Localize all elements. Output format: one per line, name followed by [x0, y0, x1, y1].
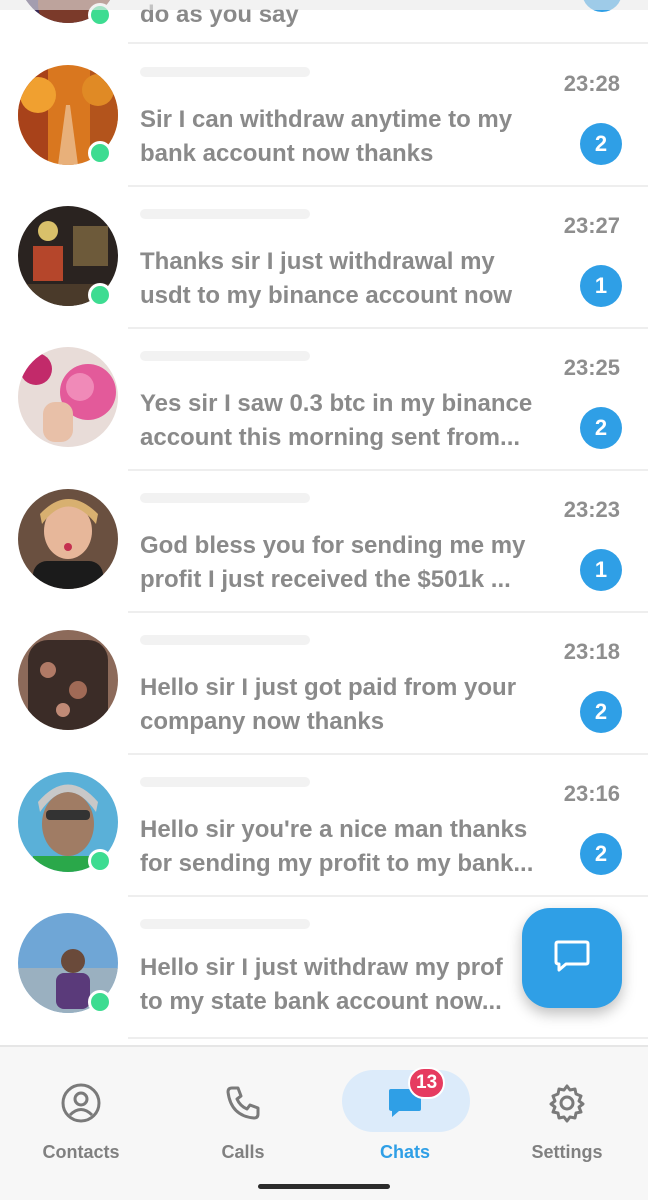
- contact-name-redacted: [140, 351, 310, 361]
- contact-name-redacted: [140, 777, 310, 787]
- avatar: [18, 347, 118, 447]
- contact-name-redacted: [140, 493, 310, 503]
- tab-contacts[interactable]: Contacts: [0, 1067, 162, 1187]
- message-preview: Hello sir I just got paid from your comp…: [140, 674, 517, 735]
- message-preview: Yes sir I saw 0.3 btc in my binance acco…: [140, 390, 533, 451]
- chat-row[interactable]: 23:25 Yes sir I saw 0.3 btc in my binanc…: [0, 329, 648, 471]
- tab-label: Settings: [531, 1142, 603, 1162]
- unread-badge: 2: [580, 123, 622, 165]
- chat-row[interactable]: 23:18 Hello sir I just got paid from you…: [0, 613, 648, 755]
- tab-label: Contacts: [42, 1142, 120, 1162]
- compose-button[interactable]: [522, 908, 622, 1008]
- bottom-tab-bar: Contacts Calls 13 Chats Settings: [0, 1045, 648, 1200]
- message-preview: Sir I can withdraw anytime to my bank ac…: [140, 106, 513, 167]
- unread-badge: 2: [580, 833, 622, 875]
- tab-label: Chats: [379, 1142, 430, 1162]
- divider: [128, 42, 648, 44]
- avatar: [18, 489, 118, 589]
- message-time: 23:23: [563, 497, 620, 522]
- online-indicator: [88, 141, 112, 165]
- contact-name-redacted: [140, 635, 310, 645]
- gear-icon: [545, 1081, 589, 1125]
- message-time: 23:27: [563, 213, 620, 238]
- message-preview: Hello sir I just withdraw my prof to my …: [140, 954, 503, 1015]
- divider: [128, 1037, 648, 1039]
- chat-row[interactable]: 23:16 Hello sir you're a nice man thanks…: [0, 755, 648, 897]
- message-time: 23:16: [563, 781, 620, 806]
- online-indicator: [88, 990, 112, 1014]
- unread-count-badge: 13: [408, 1067, 446, 1099]
- unread-badge: 2: [580, 691, 622, 733]
- message-time: 23:18: [563, 639, 620, 664]
- message-preview: Thanks sir I just withdrawal my usdt to …: [140, 248, 513, 309]
- chat-row[interactable]: 23:27 Thanks sir I just withdrawal my us…: [0, 187, 648, 329]
- unread-badge: 1: [580, 549, 622, 591]
- contact-name-redacted: [140, 67, 310, 77]
- message-preview: God bless you for sending me my profit I…: [140, 532, 526, 593]
- tab-label: Calls: [221, 1142, 265, 1162]
- chat-list: do as you say 23:28 Sir I can withdraw a…: [0, 0, 648, 1045]
- tab-settings[interactable]: Settings: [486, 1067, 648, 1187]
- online-indicator: [88, 283, 112, 307]
- contact-name-redacted: [140, 209, 310, 219]
- compose-message-icon: [552, 936, 592, 981]
- online-indicator: [88, 849, 112, 873]
- chat-row[interactable]: 23:28 Sir I can withdraw anytime to my b…: [0, 45, 648, 187]
- unread-badge: 1: [580, 265, 622, 307]
- unread-badge: 2: [580, 407, 622, 449]
- person-circle-icon: [59, 1081, 103, 1125]
- tab-calls[interactable]: Calls: [162, 1067, 324, 1187]
- chat-row[interactable]: 23:23 God bless you for sending me my pr…: [0, 471, 648, 613]
- message-preview: Hello sir you're a nice man thanks for s…: [140, 816, 534, 877]
- phone-icon: [221, 1081, 265, 1125]
- top-fade: [0, 0, 648, 10]
- message-time: 23:28: [563, 71, 620, 96]
- contact-name-redacted: [140, 919, 310, 929]
- tab-chats[interactable]: 13 Chats: [324, 1067, 486, 1187]
- message-time: 23:25: [563, 355, 620, 380]
- avatar: [18, 630, 118, 730]
- home-indicator: [258, 1184, 390, 1189]
